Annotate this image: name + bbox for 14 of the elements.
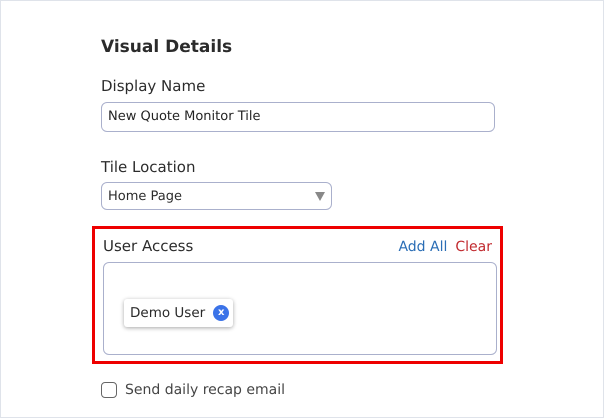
user-access-field[interactable]: Demo User x	[103, 262, 497, 355]
checkbox-label: Send daily recap email	[125, 380, 285, 400]
display-name-field[interactable]: New Quote Monitor Tile	[101, 102, 495, 132]
remove-button[interactable]: x	[213, 305, 230, 322]
user-name: Demo User	[130, 304, 206, 323]
section-title: Visual Details	[101, 37, 234, 58]
field-label: Display Name	[101, 76, 206, 98]
clear-link[interactable]: Clear	[455, 236, 492, 258]
recap-checkbox[interactable]	[101, 382, 117, 398]
tile-location-dropdown[interactable]: Home Page	[101, 182, 332, 210]
field-label: User Access	[103, 236, 194, 258]
caret-icon	[315, 192, 325, 201]
field-label: Tile Location	[101, 156, 196, 178]
add-all-link[interactable]: Add All	[398, 236, 448, 258]
